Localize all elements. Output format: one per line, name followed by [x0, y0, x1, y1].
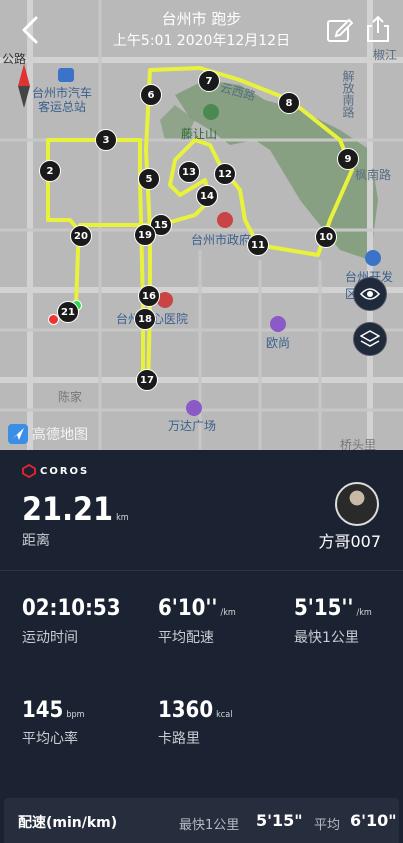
avg-pace-value: 6'10'': [158, 596, 218, 621]
park-icon: [203, 104, 219, 120]
stats-panel: COROS 21.21 km 距离 方哥007 02:10:53 运动时间 6'1…: [0, 450, 403, 843]
distance-label: 距离: [22, 533, 50, 549]
route-map[interactable]: 台州市 跑步 上午5:01 2020年12月12日 公路 台州市汽车 客运总站 …: [0, 0, 403, 450]
map-label-chenjia: 陈家: [58, 390, 83, 404]
avatar[interactable]: [335, 482, 379, 526]
km-marker: 8: [278, 92, 300, 114]
map-label-ousheng: 欧尚: [266, 336, 291, 350]
map-label-fengnan-road: 枫南路: [355, 168, 392, 182]
duration-label: 运动时间: [22, 630, 78, 646]
duration-value-wrap: 02:10:53: [22, 596, 120, 621]
calories-value-wrap: 1360 kcal: [158, 698, 232, 723]
km-marker: 16: [138, 285, 160, 307]
fastest-km-value: 5'15'': [294, 596, 354, 621]
km-marker: 21: [57, 301, 79, 323]
calories-label: 卡路里: [158, 731, 200, 747]
fastest-km-label: 最快1公里: [294, 630, 359, 646]
layers-icon: [360, 330, 380, 347]
km-marker: 10: [315, 226, 337, 248]
pace-avg-label: 平均: [314, 818, 341, 833]
distance-value-wrap: 21.21 km: [22, 490, 129, 528]
km-marker: 11: [247, 234, 269, 256]
heart-rate-value-wrap: 145 bpm: [22, 698, 85, 723]
km-marker: 19: [134, 224, 156, 246]
heart-rate-unit: bpm: [66, 710, 85, 720]
map-label-lianshu: 椒江: [373, 48, 398, 62]
edit-icon[interactable]: [325, 16, 353, 44]
duration-value: 02:10:53: [22, 596, 121, 621]
mall-icon: [186, 400, 202, 416]
header: 台州市 跑步 上午5:01 2020年12月12日: [0, 0, 403, 58]
km-marker: 14: [196, 185, 218, 207]
km-marker: 3: [95, 129, 117, 151]
map-label-gov: 台州市政府: [191, 233, 252, 247]
km-marker: 7: [198, 70, 220, 92]
map-layers-button[interactable]: [353, 322, 387, 356]
shop-icon: [270, 316, 286, 332]
avg-pace-value-wrap: 6'10''/km: [158, 596, 236, 621]
calories-value: 1360: [158, 698, 214, 723]
pace-fastest-label: 最快1公里: [179, 818, 240, 833]
km-marker: 9: [337, 148, 359, 170]
km-marker: 17: [136, 369, 158, 391]
amap-logo: 高德地图: [8, 424, 88, 444]
km-marker: 13: [178, 161, 200, 183]
distance-unit: km: [116, 513, 129, 523]
gov-icon: [217, 212, 233, 228]
username[interactable]: 方哥007: [318, 528, 381, 552]
fastest-km-unit: /km: [356, 608, 372, 618]
map-label-wanda: 万达广场: [168, 419, 217, 433]
eye-icon: [360, 288, 380, 300]
coros-brand: COROS: [22, 464, 89, 478]
pace-title: 配速(min/km): [18, 815, 118, 831]
amap-logo-text: 高德地图: [32, 427, 88, 443]
divider: [0, 570, 403, 571]
bus-station-icon: [58, 68, 74, 82]
brand-text: COROS: [40, 465, 90, 477]
km-marker: 18: [134, 308, 156, 330]
avg-pace-label: 平均配速: [158, 630, 214, 646]
km-marker: 20: [70, 225, 92, 247]
coros-logo-icon: [22, 464, 36, 478]
map-label-xieshan: 藤让山: [181, 127, 218, 141]
avg-pace-unit: /km: [220, 608, 236, 618]
distance-value: 21.21: [22, 490, 114, 528]
pace-fastest-value: 5'15": [256, 811, 303, 830]
km-marker: 6: [140, 84, 162, 106]
amap-logo-icon: [8, 424, 28, 444]
km-marker: 5: [138, 168, 160, 190]
pace-avg-value: 6'10": [350, 811, 397, 830]
map-label-gonglu: 公路: [2, 52, 27, 66]
km-marker: 12: [214, 163, 236, 185]
map-label-qiaotouli: 桥头里: [340, 438, 377, 450]
share-icon[interactable]: [364, 14, 392, 44]
pace-summary-bar[interactable]: 配速(min/km) 最快1公里 5'15" 平均 6'10": [4, 798, 399, 843]
map-label-jiefang-road: 解放南路: [341, 70, 355, 118]
map-label-bus-station-2: 客运总站: [38, 100, 87, 114]
fastest-km-value-wrap: 5'15''/km: [294, 596, 372, 621]
visibility-toggle-button[interactable]: [353, 277, 387, 311]
heart-rate-value: 145: [22, 698, 64, 723]
kaifa-icon: [365, 250, 381, 266]
calories-unit: kcal: [216, 710, 233, 720]
km-marker: 2: [39, 160, 61, 182]
heart-rate-label: 平均心率: [22, 731, 78, 747]
compass-icon: [18, 64, 30, 108]
